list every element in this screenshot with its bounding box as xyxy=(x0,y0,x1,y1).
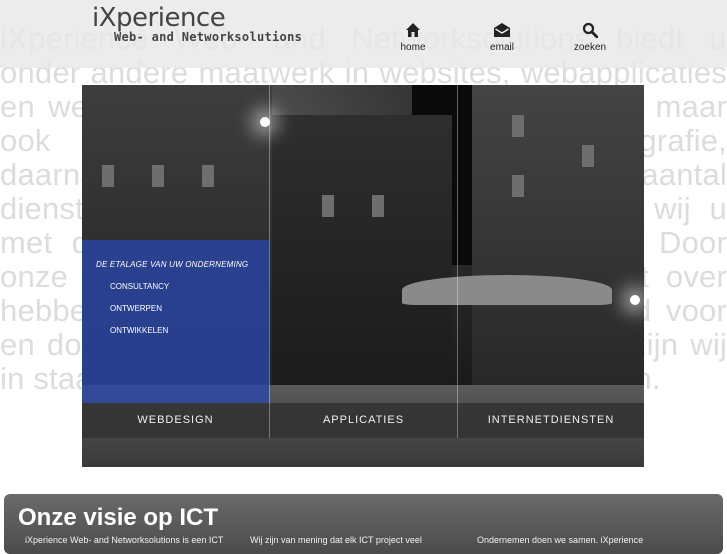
hero-photo-window xyxy=(152,165,164,187)
logo[interactable]: iXperience Web- and Networksolutions xyxy=(92,4,302,44)
email-icon xyxy=(494,23,510,37)
nav-email-label: email xyxy=(490,42,514,53)
hero-photo-window xyxy=(102,165,114,187)
vision-panel: Onze visie op ICT iXperience Web- and Ne… xyxy=(4,494,723,554)
nav-search-label: zoeken xyxy=(573,42,607,53)
hero-photo-window xyxy=(202,165,214,187)
vision-column-1: iXperience Web- and Networksolutions is … xyxy=(25,535,224,545)
hero-tab-bar: WEBDESIGN APPLICATIES INTERNETDIENSTEN xyxy=(82,403,644,438)
nav-search[interactable]: zoeken xyxy=(555,22,625,53)
search-icon xyxy=(582,22,598,38)
nav-home[interactable]: home xyxy=(378,22,448,53)
hero-photo-streetlamp xyxy=(630,295,640,305)
hero-photo-umbrella xyxy=(402,275,612,305)
hero-photo-window xyxy=(582,145,594,167)
hero-photo-window xyxy=(372,195,384,217)
nav-email[interactable]: email xyxy=(467,22,537,53)
hero-banner: DE ETALAGE VAN UW ONDERNEMING CONSULTANC… xyxy=(82,85,644,467)
hero-photo-window xyxy=(512,115,524,137)
tab-applicaties[interactable]: APPLICATIES xyxy=(270,403,457,438)
overlay-link-ontwerpen[interactable]: ONTWERPEN xyxy=(110,304,162,313)
hero-photo-window xyxy=(322,195,334,217)
hero-photo-window xyxy=(512,175,524,197)
hero-photo-building xyxy=(272,115,452,405)
overlay-title: DE ETALAGE VAN UW ONDERNEMING xyxy=(96,260,249,269)
overlay-link-consultancy[interactable]: CONSULTANCY xyxy=(110,282,169,291)
tab-internetdiensten[interactable]: INTERNETDIENSTEN xyxy=(458,403,644,438)
vision-column-3: Ondernemen doen we samen. iXperience xyxy=(477,535,644,545)
nav-home-label: home xyxy=(400,42,426,53)
logo-tagline: Web- and Networksolutions xyxy=(114,30,303,44)
hero-overlay-panel: DE ETALAGE VAN UW ONDERNEMING CONSULTANC… xyxy=(82,240,269,403)
hero-divider xyxy=(457,85,458,403)
logo-wordmark: iXperience xyxy=(92,3,226,33)
vision-title: Onze visie op ICT xyxy=(18,504,219,531)
hero-photo-building xyxy=(472,85,644,405)
hero-divider xyxy=(269,85,270,403)
tab-webdesign[interactable]: WEBDESIGN xyxy=(82,403,269,438)
header-band: iXperience Web- and Networksolutions hom… xyxy=(0,0,727,68)
home-icon xyxy=(406,23,420,37)
vision-column-2: Wij zijn van mening dat elk ICT project … xyxy=(250,535,422,545)
overlay-link-ontwikkelen[interactable]: ONTWIKKELEN xyxy=(110,326,168,335)
